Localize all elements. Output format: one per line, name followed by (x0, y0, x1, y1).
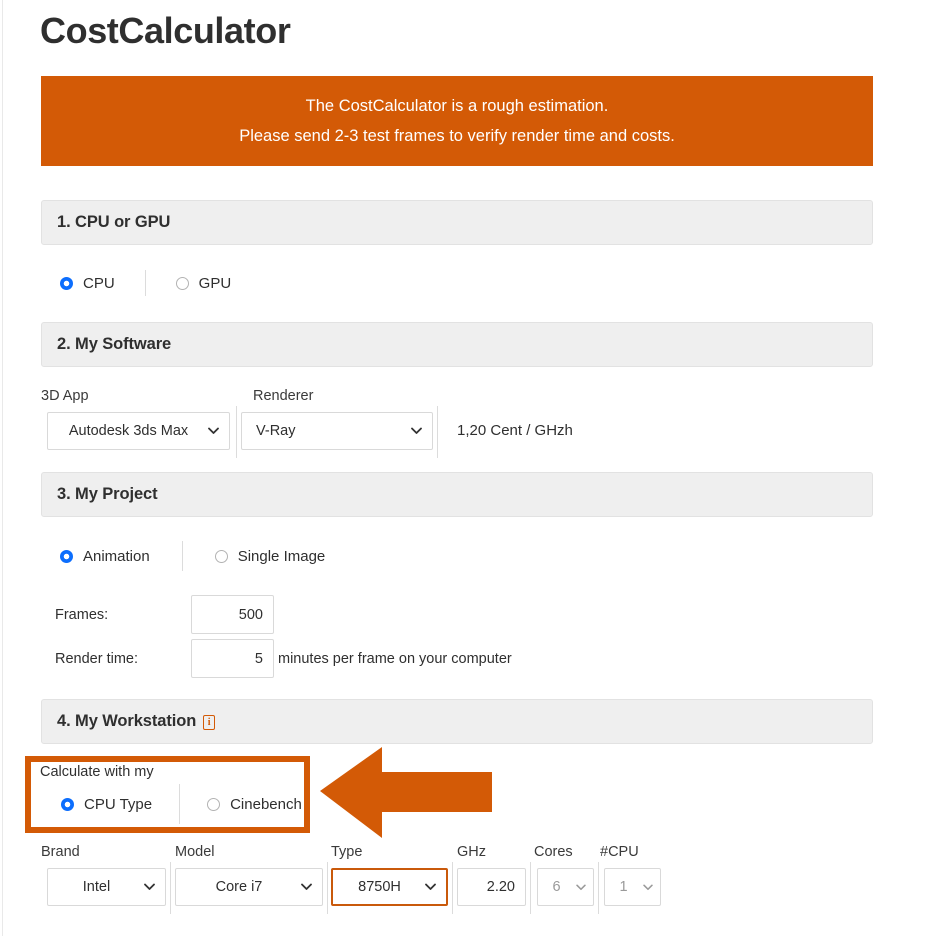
radio-divider (181, 541, 183, 571)
page-container-edge (0, 0, 3, 936)
chevron-down-icon (420, 883, 446, 891)
radio-gpu-indicator[interactable] (175, 276, 189, 290)
chevron-down-icon (573, 884, 593, 891)
select-3d-app[interactable]: Autodesk 3ds Max (47, 412, 230, 450)
select-cores[interactable]: 6 (537, 868, 594, 906)
section-header-cpu-or-gpu-label: 1. CPU or GPU (57, 213, 171, 231)
field-divider-2 (437, 406, 438, 458)
select-renderer-value: V-Ray (256, 423, 296, 439)
section-header-my-software: 2. My Software (41, 322, 873, 367)
radio-animation-label: Animation (83, 547, 150, 565)
label-num-cpu: #CPU (600, 844, 639, 860)
radio-single-image-indicator[interactable] (214, 549, 228, 563)
label-render-time: Render time: (55, 651, 139, 667)
radio-option-cinebench[interactable]: Cinebench (207, 796, 302, 813)
chevron-down-icon (406, 427, 432, 435)
label-frames: Frames: (55, 607, 109, 623)
radio-option-gpu[interactable]: GPU (175, 274, 232, 292)
input-frames[interactable]: 500 (191, 595, 274, 634)
select-renderer[interactable]: V-Ray (241, 412, 433, 450)
radio-cpu-label: CPU (83, 274, 115, 292)
field-divider-7 (598, 862, 599, 914)
page-title: CostCalculator (40, 10, 291, 51)
section-header-my-project-label: 3. My Project (57, 485, 158, 503)
field-divider-6 (530, 862, 531, 914)
notice-line-2: Please send 2-3 test frames to verify re… (239, 127, 675, 145)
section-header-my-workstation-label: 4. My Workstation (57, 712, 197, 730)
radio-gpu-label: GPU (198, 274, 232, 292)
radio-divider (179, 784, 181, 824)
field-divider-3 (170, 862, 171, 914)
select-model[interactable]: Core i7 (175, 868, 323, 906)
price-note: 1,20 Cent / GHzh (457, 422, 573, 439)
label-renderer: Renderer (253, 388, 314, 404)
select-type[interactable]: 8750H (331, 868, 448, 906)
chevron-down-icon (139, 883, 165, 891)
chevron-down-icon (203, 427, 229, 435)
section-header-my-software-label: 2. My Software (57, 335, 172, 353)
select-model-value: Core i7 (215, 879, 263, 895)
label-cores: Cores (534, 844, 573, 860)
select-num-cpu-value: 1 (619, 879, 628, 895)
radio-cpu-type-label: CPU Type (84, 795, 153, 813)
info-icon-glyph: i (207, 716, 211, 728)
label-brand: Brand (41, 844, 80, 860)
select-brand[interactable]: Intel (47, 868, 166, 906)
section-header-cpu-or-gpu: 1. CPU or GPU (41, 200, 873, 245)
render-time-suffix: minutes per frame on your computer (278, 651, 512, 667)
input-ghz[interactable]: 2.20 (457, 868, 526, 906)
radio-option-cpu[interactable]: CPU (60, 275, 115, 292)
label-calculate-with-my: Calculate with my (40, 764, 154, 780)
chevron-down-icon (640, 884, 660, 891)
section-header-my-workstation: 4. My Workstation i (41, 699, 873, 744)
radio-cinebench-label: Cinebench (230, 795, 302, 813)
select-cores-value: 6 (552, 879, 561, 895)
notice-banner: The CostCalculator is a rough estimation… (41, 76, 873, 166)
label-ghz: GHz (457, 844, 486, 860)
radio-option-single-image[interactable]: Single Image (214, 547, 326, 565)
radio-divider (144, 270, 146, 296)
select-brand-value: Intel (82, 879, 111, 895)
field-divider-4 (327, 862, 328, 914)
radio-option-cpu-type[interactable]: CPU Type (61, 796, 152, 813)
radio-cpu-indicator[interactable] (60, 276, 73, 290)
input-render-time[interactable]: 5 (191, 639, 274, 678)
radio-cinebench-indicator[interactable] (207, 797, 221, 811)
info-icon[interactable]: i (203, 715, 216, 730)
cpu-gpu-radio-group: CPU GPU (60, 270, 232, 296)
radio-cpu-type-indicator[interactable] (61, 797, 74, 811)
label-3d-app: 3D App (41, 388, 89, 404)
calculate-with-radio-group: CPU Type Cinebench (61, 784, 302, 824)
project-type-radio-group: Animation Single Image (60, 541, 326, 571)
chevron-down-icon (296, 883, 322, 891)
label-model: Model (175, 844, 215, 860)
radio-single-image-label: Single Image (237, 547, 326, 565)
notice-line-1: The CostCalculator is a rough estimation… (305, 97, 609, 115)
label-type: Type (331, 844, 363, 860)
field-divider-1 (236, 406, 237, 458)
section-header-my-project: 3. My Project (41, 472, 873, 517)
select-num-cpu[interactable]: 1 (604, 868, 661, 906)
radio-option-animation[interactable]: Animation (60, 548, 150, 565)
select-3d-app-value: Autodesk 3ds Max (68, 423, 189, 439)
select-type-value: 8750H (358, 879, 401, 895)
field-divider-5 (452, 862, 453, 914)
radio-animation-indicator[interactable] (60, 549, 73, 563)
callout-arrow-icon (320, 745, 492, 840)
